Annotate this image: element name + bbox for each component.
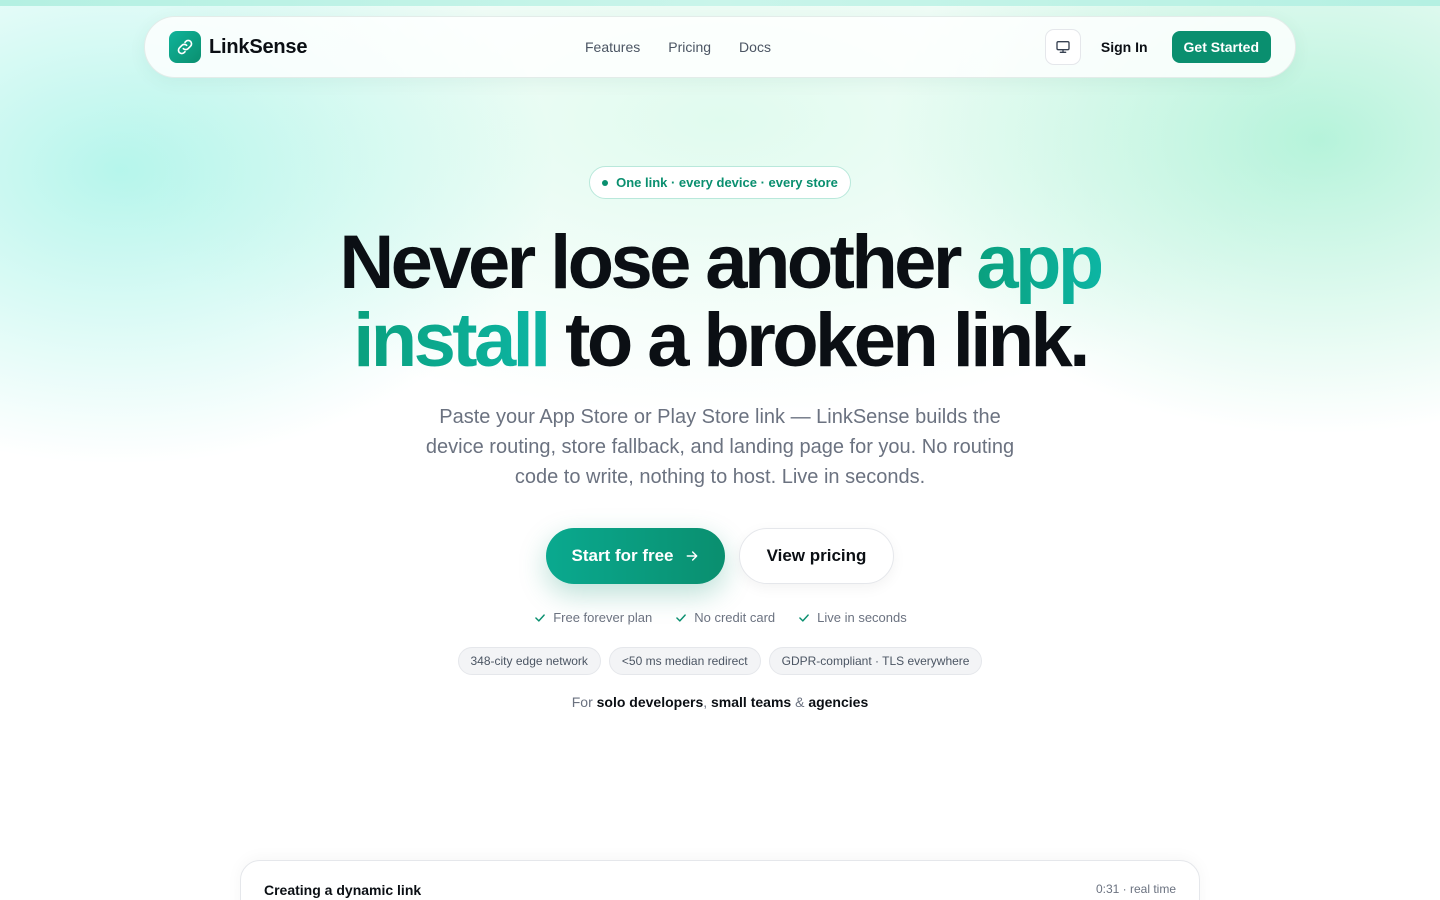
navbar: LinkSense Features Pricing Docs Sign In … <box>144 16 1296 78</box>
stat-pill: GDPR-compliant · TLS everywhere <box>768 647 983 675</box>
feature-checks: Free forever plan No credit card Live in… <box>0 610 1440 625</box>
headline-part2: to a broken link. <box>547 298 1090 383</box>
hero-badge-text: One link · every device · every store <box>616 175 838 190</box>
stat-pill: <50 ms median redirect <box>608 647 761 675</box>
audience-line: For solo developers, small teams & agenc… <box>0 694 1440 710</box>
brand-name: LinkSense <box>209 35 308 58</box>
check-label: No credit card <box>694 610 776 625</box>
check-icon <box>799 613 809 622</box>
headline-accent-install: install <box>353 298 551 383</box>
hero-badge: One link · every device · every store <box>589 166 851 199</box>
check-label: Free forever plan <box>553 610 653 625</box>
audience-solo: solo developers <box>596 694 704 710</box>
nav-link-pricing[interactable]: Pricing <box>668 39 711 55</box>
get-started-button[interactable]: Get Started <box>1171 31 1271 63</box>
audience-prefix: For <box>571 694 597 710</box>
check-icon <box>535 613 546 622</box>
stat-pills: 348-city edge network <50 ms median redi… <box>0 647 1440 675</box>
stat-pill: 348-city edge network <box>457 647 601 675</box>
arrow-right-icon <box>686 551 697 561</box>
audience-agencies: agencies <box>808 694 869 710</box>
headline-accent-app: app <box>976 220 1104 305</box>
nav-link-features[interactable]: Features <box>585 39 640 55</box>
sign-in-link[interactable]: Sign In <box>1101 39 1148 55</box>
start-free-label: Start for free <box>571 546 674 565</box>
status-dot-icon <box>602 179 609 186</box>
demo-card: Creating a dynamic link 0:31 · real time <box>240 860 1200 900</box>
theme-toggle-button[interactable] <box>1044 29 1081 65</box>
headline-part1: Never lose another <box>339 220 977 305</box>
start-free-button[interactable]: Start for free <box>546 528 725 584</box>
nav-link-docs[interactable]: Docs <box>739 39 771 55</box>
hero-subtitle: Paste your App Store or Play Store link … <box>425 406 1015 488</box>
logo[interactable]: LinkSense <box>169 31 307 63</box>
link-icon <box>169 31 201 63</box>
monitor-icon <box>1056 41 1070 53</box>
check-icon <box>676 613 687 622</box>
check-label: Live in seconds <box>817 610 907 625</box>
top-accent-line <box>0 0 1440 6</box>
hero-headline: Never lose another app install to a brok… <box>0 224 1440 380</box>
demo-card-meta: 0:31 · real time <box>1095 882 1176 896</box>
audience-teams: small teams <box>711 694 792 710</box>
view-pricing-button[interactable]: View pricing <box>739 528 894 584</box>
nav-actions: Sign In Get Started <box>1044 29 1271 65</box>
check-item: Free forever plan <box>533 610 652 625</box>
audience-sep: , <box>703 694 712 710</box>
demo-card-title: Creating a dynamic link <box>264 882 422 898</box>
nav-links: Features Pricing Docs <box>585 39 771 55</box>
audience-sep: & <box>791 694 809 710</box>
check-item: No credit card <box>674 610 775 625</box>
check-item: Live in seconds <box>797 610 907 625</box>
